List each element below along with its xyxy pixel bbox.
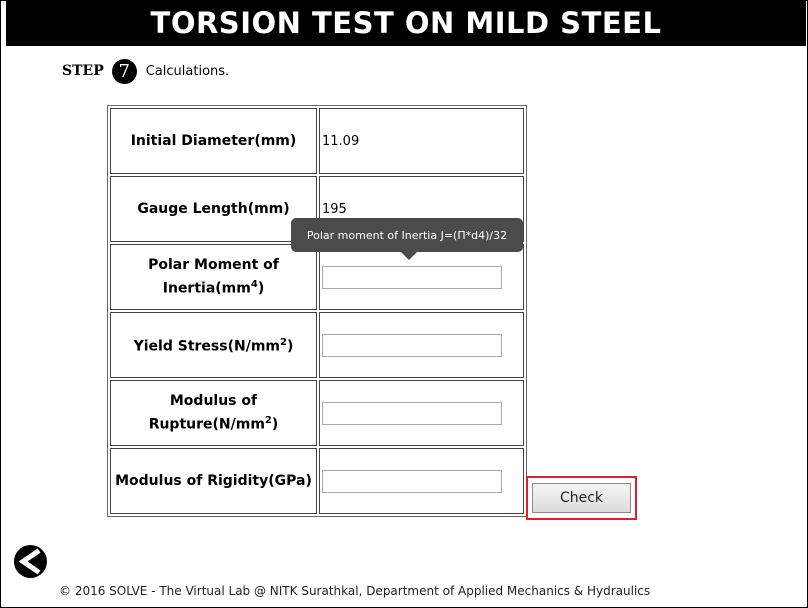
table-row: Modulus of Rupture(N/mm2) xyxy=(110,380,524,446)
yield-stress-cell xyxy=(319,312,524,378)
back-arrow-glyph xyxy=(18,548,41,575)
polar-moment-label-exponent: 4 xyxy=(250,279,258,291)
table-row: Modulus of Rigidity(GPa) xyxy=(110,448,524,514)
gauge-length-label: Gauge Length(mm) xyxy=(110,176,317,242)
modulus-rigidity-input[interactable] xyxy=(322,469,502,493)
modulus-rupture-input[interactable] xyxy=(322,401,502,425)
yield-stress-label-close: ) xyxy=(286,338,294,355)
step-description: Calculations. xyxy=(145,63,230,79)
modulus-rigidity-label: Modulus of Rigidity(GPa) xyxy=(110,448,317,514)
modulus-rigidity-cell xyxy=(319,448,524,514)
initial-diameter-value: 11.09 xyxy=(319,108,524,174)
yield-stress-label-exponent: 2 xyxy=(280,337,287,349)
table-row: Initial Diameter(mm) 11.09 xyxy=(110,108,524,174)
check-button-highlight: Check xyxy=(526,476,637,520)
step-label: STEP xyxy=(62,63,104,79)
calculation-table: Initial Diameter(mm) 11.09 Gauge Length(… xyxy=(107,105,527,517)
modulus-rupture-label-close: ) xyxy=(271,416,279,433)
footer-copyright: © 2016 SOLVE - The Virtual Lab @ NITK Su… xyxy=(59,584,651,598)
initial-diameter-label: Initial Diameter(mm) xyxy=(110,108,317,174)
modulus-rupture-label-exponent: 2 xyxy=(264,415,272,427)
check-button[interactable]: Check xyxy=(532,483,631,513)
polar-moment-label: Polar Moment of Inertia(mm4) xyxy=(110,244,317,310)
modulus-rupture-label-text: Modulus of Rupture(N/mm xyxy=(148,393,265,433)
yield-stress-input[interactable] xyxy=(322,333,502,357)
step-number-badge: 7 xyxy=(111,58,137,84)
yield-stress-label-text: Yield Stress(N/mm xyxy=(133,338,280,355)
formula-tooltip: Polar moment of Inertia J=(Π*d4)/32 xyxy=(291,218,523,252)
tooltip-arrow-icon xyxy=(401,252,417,260)
polar-moment-input[interactable] xyxy=(322,265,502,289)
back-arrow-icon[interactable] xyxy=(14,545,47,578)
table-row: Yield Stress(N/mm2) xyxy=(110,312,524,378)
modulus-rupture-label: Modulus of Rupture(N/mm2) xyxy=(110,380,317,446)
yield-stress-label: Yield Stress(N/mm2) xyxy=(110,312,317,378)
step-indicator: STEP 7 Calculations. xyxy=(62,56,229,86)
modulus-rupture-cell xyxy=(319,380,524,446)
table-row: Polar Moment of Inertia(mm4) xyxy=(110,244,524,310)
polar-moment-cell xyxy=(319,244,524,310)
page-title: TORSION TEST ON MILD STEEL xyxy=(6,0,806,46)
polar-moment-label-close: ) xyxy=(257,280,265,297)
